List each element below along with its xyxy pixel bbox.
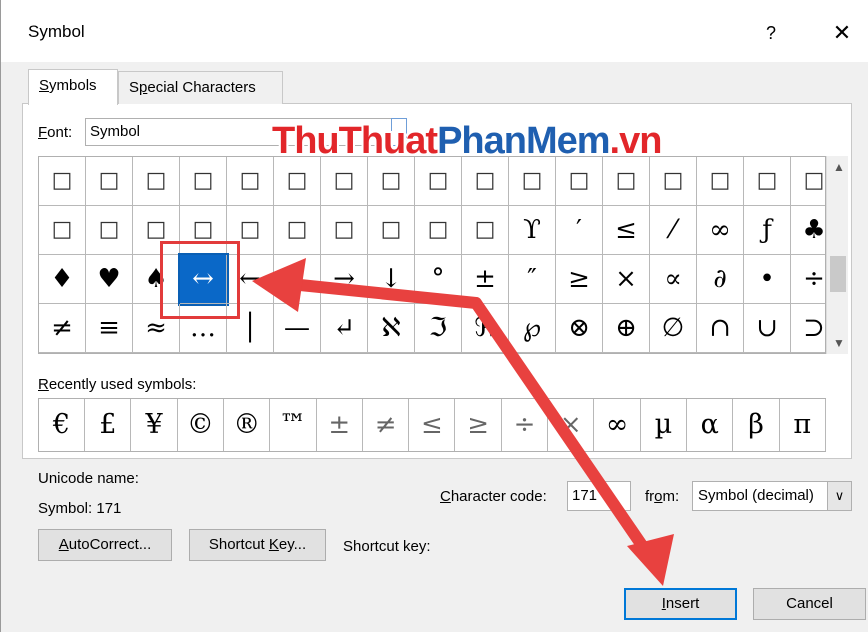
tab-symbols-label: ymbols (49, 77, 97, 94)
arrow-shaft-upper (294, 279, 482, 309)
arrow-shaft-lower (470, 297, 658, 566)
tab-symbols-mnemonic: S (39, 77, 50, 94)
arrow-head-left (252, 258, 306, 312)
annotation-arrows (252, 258, 674, 586)
arrow-to-symbol (252, 258, 674, 586)
tab-symbols[interactable]: Symbols (28, 69, 118, 105)
